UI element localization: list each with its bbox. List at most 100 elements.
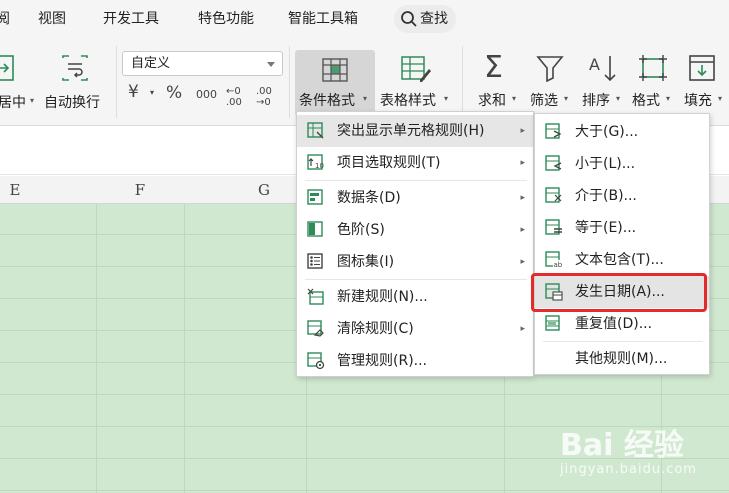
format-caret-icon: ▾ bbox=[666, 94, 671, 103]
sort-button[interactable]: A 排序 ▾ bbox=[578, 50, 626, 116]
menu-item-label: 突出显示单元格规则(H) bbox=[337, 123, 485, 139]
sum-label: 求和 bbox=[478, 93, 506, 109]
menu-review[interactable]: 阅 bbox=[0, 0, 10, 38]
menu-item-label: 项目选取规则(T) bbox=[337, 155, 441, 171]
format-label: 格式 bbox=[632, 93, 660, 109]
format-button[interactable]: 格式 ▾ bbox=[630, 50, 678, 116]
menu-item-other-rules[interactable]: 其他规则(M)... bbox=[535, 343, 709, 375]
color-scales-icon bbox=[307, 221, 323, 237]
menu-special-features[interactable]: 特色功能 bbox=[198, 0, 254, 38]
sigma-icon: Σ bbox=[484, 50, 503, 85]
menu-item-greater-than[interactable]: 大于(G)... bbox=[535, 116, 709, 148]
grid-row-line bbox=[0, 490, 729, 491]
menu-item-color-scales[interactable]: 色阶(S) ▸ bbox=[297, 214, 533, 246]
sum-caret-icon: ▾ bbox=[512, 94, 517, 103]
filter-button[interactable]: 筛选 ▾ bbox=[526, 50, 574, 116]
submenu-arrow-icon: ▸ bbox=[520, 158, 525, 168]
menu-item-highlight-rules[interactable]: 突出显示单元格规则(H) ▸ bbox=[297, 115, 533, 147]
merge-cells-icon bbox=[0, 55, 14, 81]
merge-center-button[interactable]: 居中 ▾ bbox=[0, 44, 36, 120]
ribbon-divider bbox=[289, 46, 290, 118]
number-format-value: 自定义 bbox=[131, 56, 171, 71]
equal-to-icon bbox=[545, 219, 562, 235]
conditional-format-button[interactable]: 条件格式 ▾ bbox=[295, 50, 375, 116]
top-bottom-rules-icon: 10 bbox=[307, 154, 324, 170]
menu-item-label: 介于(B)... bbox=[575, 188, 637, 204]
sort-icon: A bbox=[589, 55, 616, 82]
column-header-f[interactable]: F bbox=[96, 176, 184, 204]
menu-item-equal-to[interactable]: 等于(E)... bbox=[535, 212, 709, 244]
currency-caret-icon: ▾ bbox=[150, 88, 155, 97]
wrap-text-label: 自动换行 bbox=[44, 95, 100, 111]
menu-developer[interactable]: 开发工具 bbox=[103, 0, 159, 38]
menu-bar: 阅 视图 开发工具 特色功能 智能工具箱 查找 bbox=[0, 0, 729, 38]
menu-separator bbox=[305, 279, 527, 280]
menu-view[interactable]: 视图 bbox=[38, 0, 66, 38]
between-icon bbox=[545, 187, 562, 203]
menu-item-label: 小于(L)... bbox=[575, 156, 636, 172]
grid-row-line bbox=[0, 394, 729, 395]
fill-button[interactable]: 填充 ▾ bbox=[680, 50, 729, 116]
menu-item-top-bottom-rules[interactable]: 10 项目选取规则(T) ▸ bbox=[297, 147, 533, 179]
menu-item-manage-rules[interactable]: 管理规则(R)... bbox=[297, 345, 533, 377]
conditional-format-icon bbox=[322, 58, 348, 82]
baidu-jingyan-watermark: Bai 经验 jingyan.baidu.com bbox=[560, 420, 729, 490]
highlight-rules-submenu: 大于(G)... 小于(L)... 介于(B)... 等于(E)... ab 文… bbox=[534, 113, 710, 375]
menu-item-new-rule[interactable]: 新建规则(N)... bbox=[297, 281, 533, 313]
menu-item-text-contains[interactable]: ab 文本包含(T)... bbox=[535, 244, 709, 276]
sort-label: 排序 bbox=[582, 93, 610, 109]
fill-down-icon bbox=[689, 55, 715, 81]
menu-item-label: 色阶(S) bbox=[337, 222, 385, 238]
thousands-separator-button[interactable]: 000 bbox=[196, 88, 217, 101]
annotation-highlight-box bbox=[531, 273, 707, 312]
submenu-arrow-icon: ▸ bbox=[520, 225, 525, 235]
svg-text:10: 10 bbox=[315, 162, 324, 170]
menu-item-icon-sets[interactable]: 图标集(I) ▸ bbox=[297, 246, 533, 278]
menu-item-duplicate-values[interactable]: 重复值(D)... bbox=[535, 308, 709, 340]
less-than-icon bbox=[545, 155, 562, 171]
greater-than-icon bbox=[545, 123, 562, 139]
column-header-g[interactable]: G bbox=[220, 176, 308, 204]
menu-item-data-bars[interactable]: 数据条(D) ▸ bbox=[297, 182, 533, 214]
conditional-format-caret-icon: ▾ bbox=[363, 94, 368, 103]
menu-item-clear-rules[interactable]: 清除规则(C) ▸ bbox=[297, 313, 533, 345]
chevron-down-icon bbox=[267, 62, 275, 67]
search-button[interactable]: 查找 bbox=[394, 5, 456, 33]
svg-text:ab: ab bbox=[554, 261, 563, 269]
submenu-arrow-icon: ▸ bbox=[520, 193, 525, 203]
merge-center-label: 居中 bbox=[0, 95, 26, 111]
table-style-caret-icon: ▾ bbox=[444, 94, 449, 103]
wrap-text-icon bbox=[62, 55, 88, 81]
text-contains-icon: ab bbox=[545, 251, 563, 269]
grid-column-line bbox=[96, 204, 97, 493]
ribbon-divider bbox=[462, 46, 463, 118]
merge-caret-icon: ▾ bbox=[30, 96, 35, 105]
sum-button[interactable]: Σ 求和 ▾ bbox=[474, 50, 522, 116]
manage-rules-icon bbox=[307, 352, 325, 370]
menu-item-between[interactable]: 介于(B)... bbox=[535, 180, 709, 212]
table-style-button[interactable]: 表格样式 ▾ bbox=[380, 50, 454, 116]
new-rule-icon bbox=[307, 288, 324, 305]
filter-funnel-icon bbox=[536, 56, 564, 82]
fill-caret-icon: ▾ bbox=[718, 94, 723, 103]
increase-decimal-button[interactable]: ←0 .00 bbox=[226, 86, 250, 108]
duplicate-values-icon bbox=[545, 315, 560, 331]
watermark-url: jingyan.baidu.com bbox=[560, 462, 697, 477]
menu-item-label: 等于(E)... bbox=[575, 220, 637, 236]
menu-item-label: 重复值(D)... bbox=[575, 316, 653, 332]
percent-button[interactable]: % bbox=[166, 83, 182, 103]
menu-item-label: 新建规则(N)... bbox=[337, 289, 428, 305]
format-cells-icon bbox=[639, 55, 667, 81]
column-header-e[interactable]: E bbox=[0, 176, 30, 204]
decrease-decimal-button[interactable]: .00 →0 bbox=[256, 86, 280, 108]
fill-label: 填充 bbox=[684, 93, 712, 109]
highlight-rules-icon bbox=[307, 122, 324, 139]
table-style-icon bbox=[401, 56, 431, 82]
number-format-select[interactable]: 自定义 bbox=[122, 51, 283, 76]
conditional-format-menu: 突出显示单元格规则(H) ▸ 10 项目选取规则(T) ▸ 数据条(D) ▸ 色… bbox=[296, 111, 534, 377]
wrap-text-button[interactable]: 自动换行 bbox=[44, 44, 108, 120]
submenu-arrow-icon: ▸ bbox=[520, 257, 525, 267]
currency-button[interactable]: ¥ bbox=[128, 82, 139, 102]
menu-smart-toolbox[interactable]: 智能工具箱 bbox=[288, 0, 358, 38]
menu-item-less-than[interactable]: 小于(L)... bbox=[535, 148, 709, 180]
